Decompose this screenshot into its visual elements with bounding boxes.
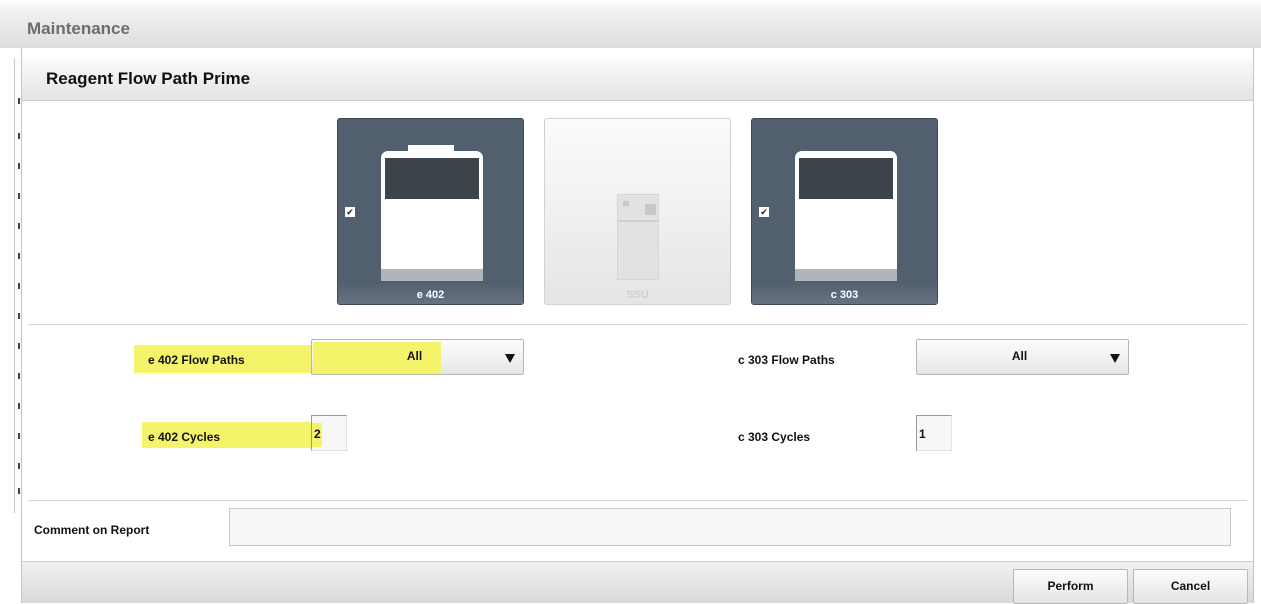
e402-flow-paths-value: All <box>406 349 423 363</box>
e402-flow-paths-label: e 402 Flow Paths <box>148 353 245 367</box>
module-tile-c303[interactable]: ✔ c 303 <box>751 118 938 305</box>
analyzer-c303-icon <box>795 151 897 281</box>
divider <box>28 500 1247 501</box>
c303-cycles-label: c 303 Cycles <box>738 430 811 444</box>
module-label-ssu: SSU <box>626 289 649 301</box>
c303-flow-paths-value: All <box>1011 349 1028 363</box>
module-label-c303: c 303 <box>830 289 859 301</box>
c303-cycles-input[interactable]: 1 <box>916 415 952 451</box>
dropdown-arrow-icon <box>505 354 515 363</box>
comment-on-report-input[interactable] <box>229 508 1231 546</box>
module-tile-e402[interactable]: ✔ e 402 <box>337 118 524 305</box>
divider <box>28 324 1247 325</box>
dialog-title: Reagent Flow Path Prime <box>46 69 251 88</box>
e402-cycles-input[interactable]: 2 <box>311 415 347 451</box>
checkbox-checked-icon[interactable]: ✔ <box>759 207 769 217</box>
dialog-footer: Perform Cancel <box>22 561 1253 604</box>
e402-flow-paths-dropdown[interactable]: All <box>311 339 524 375</box>
reagent-flow-path-prime-dialog: Reagent Flow Path Prime ✔ e 402 SSU ✔ c … <box>21 48 1254 604</box>
e402-cycles-value: 2 <box>314 427 321 441</box>
window-title: Maintenance <box>27 19 130 38</box>
e402-cycles-label: e 402 Cycles <box>148 430 221 444</box>
perform-button[interactable]: Perform <box>1013 569 1128 604</box>
comment-on-report-label: Comment on Report <box>34 523 150 537</box>
c303-cycles-value: 1 <box>919 427 926 441</box>
checkbox-checked-icon[interactable]: ✔ <box>345 207 355 217</box>
dropdown-arrow-icon <box>1110 354 1120 363</box>
module-label-e402: e 402 <box>416 289 445 301</box>
cancel-button[interactable]: Cancel <box>1133 569 1248 604</box>
module-tile-ssu: SSU <box>544 118 731 305</box>
c303-flow-paths-dropdown[interactable]: All <box>916 339 1129 375</box>
dialog-header: Reagent Flow Path Prime <box>22 58 1253 101</box>
c303-flow-paths-label: c 303 Flow Paths <box>738 353 835 367</box>
ssu-unit-icon <box>617 194 659 280</box>
window-titlebar: Maintenance <box>0 0 1261 48</box>
analyzer-e402-icon <box>381 145 483 281</box>
